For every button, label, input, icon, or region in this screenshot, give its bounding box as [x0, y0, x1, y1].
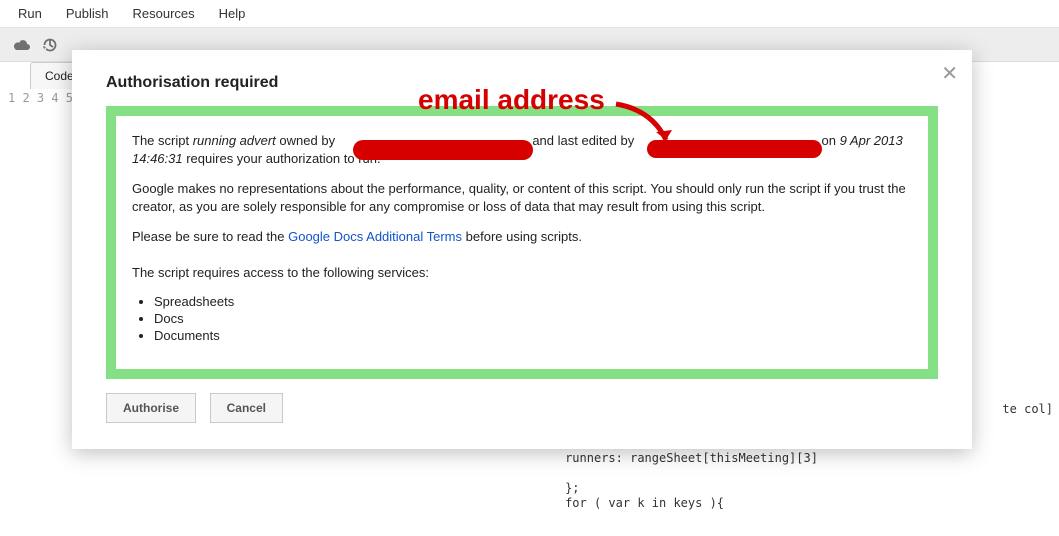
close-icon[interactable]: ✕ [941, 64, 958, 84]
dialog-title: Authorisation required [106, 74, 938, 92]
cancel-button[interactable]: Cancel [210, 393, 283, 423]
redaction-editor [647, 140, 822, 158]
dialog-services-intro: The script requires access to the follow… [132, 264, 912, 282]
service-item: Spreadsheets [154, 294, 912, 309]
redaction-owner [353, 140, 533, 160]
service-item: Docs [154, 311, 912, 326]
dialog-terms: Please be sure to read the Google Docs A… [132, 228, 912, 246]
dialog-disclaimer: Google makes no representations about th… [132, 180, 912, 216]
authorise-button[interactable]: Authorise [106, 393, 196, 423]
authorise-dialog: ✕ Authorisation required The script runn… [72, 50, 972, 449]
service-item: Documents [154, 328, 912, 343]
terms-link[interactable]: Google Docs Additional Terms [288, 229, 462, 244]
dialog-services-list: Spreadsheets Docs Documents [154, 294, 912, 343]
